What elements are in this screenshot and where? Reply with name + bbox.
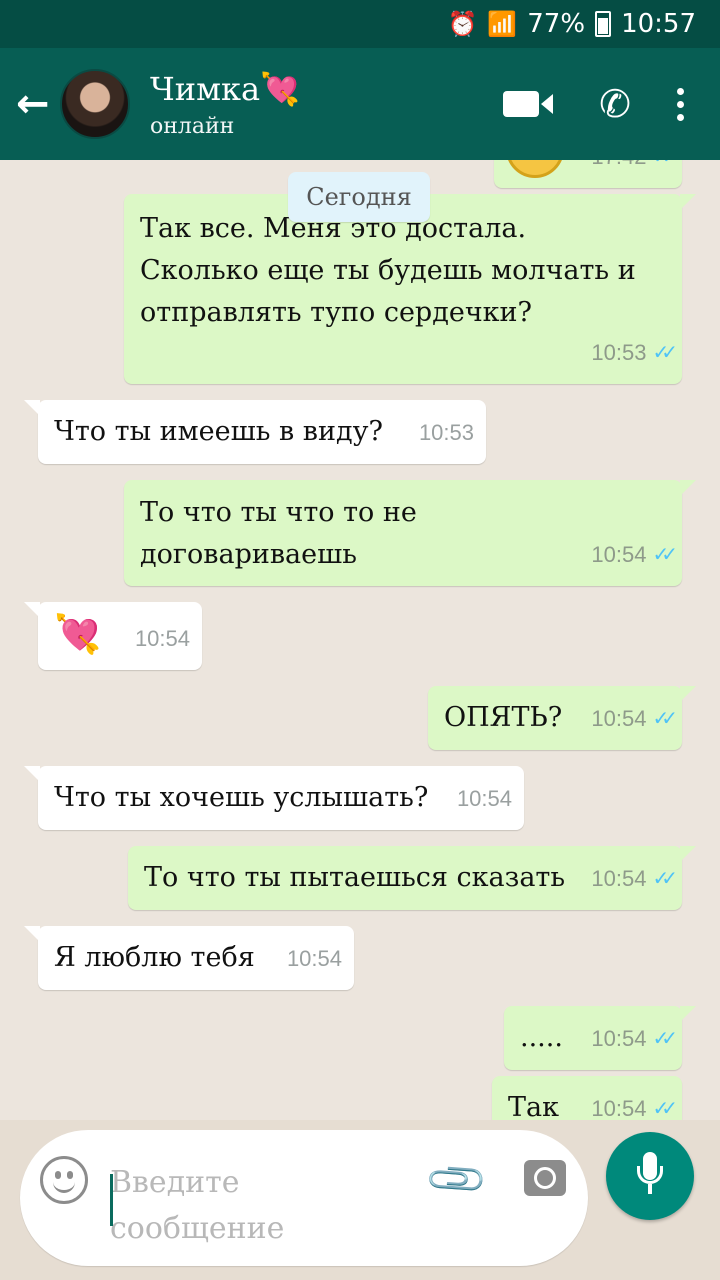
message-text: То что ты пытаешься сказать [144,862,566,893]
status-bar: ⏰ 📶 77% 10:57 [0,0,720,48]
message-time: 10:54 [456,786,512,811]
message-bubble[interactable]: То что ты пытаешься сказать 10:54 ✓✓ [128,846,696,910]
alarm-icon: ⏰ [447,10,478,38]
date-separator: Сегодня [288,172,430,222]
chat-header: ← Чимка💘 онлайн ✆ [0,48,720,160]
read-ticks-icon: ✓✓ [652,868,677,890]
message-time: 10:54 [591,1026,647,1051]
message-time: 10:54 [591,542,647,567]
message-time: 10:54 [591,866,647,891]
message-text: Что ты имеешь в виду? [54,416,383,447]
message-time: 10:54 [286,946,342,971]
read-ticks-icon: ✓✓ [652,1028,677,1050]
message-text: То что ты что то не договариваешь [140,497,417,570]
text-cursor [110,1174,113,1226]
message-time: 10:54 [591,706,647,731]
message-bubble[interactable]: Я люблю тебя 10:54 [24,926,354,990]
wifi-icon: 📶 [487,10,518,38]
message-bubble[interactable]: Что ты имеешь в виду? 10:53 [24,400,486,464]
read-ticks-icon: ✓✓ [652,544,677,566]
paperclip-icon[interactable]: 📎 [423,1145,491,1214]
message-text: Что ты хочешь услышать? [54,782,429,813]
message-bubble[interactable]: Так 10:54 ✓✓ [492,1076,682,1120]
read-ticks-icon: ✓✓ [652,342,677,364]
message-composer[interactable]: Введите сообщение 📎 [20,1130,588,1266]
message-time: 10:53 [591,340,647,365]
read-ticks-icon: ✓✓ [652,160,677,178]
message-time: 10:53 [418,420,474,445]
read-ticks-icon: ✓✓ [652,708,677,730]
message-time: 10:54 [591,1096,647,1120]
message-partial[interactable]: 17:42 ✓✓ [494,160,682,188]
message-input[interactable]: Введите сообщение [110,1160,370,1252]
emoji-face-icon [506,160,564,178]
emoji-icon[interactable] [40,1156,88,1204]
phone-icon[interactable]: ✆ [599,82,631,126]
message-bubble[interactable]: ОПЯТЬ? 10:54 ✓✓ [428,686,696,750]
message-bubble[interactable]: ..... 10:54 ✓✓ [504,1006,696,1070]
contact-name: Чимка💘 [150,69,300,108]
read-ticks-icon: ✓✓ [652,1098,677,1120]
battery-percent: 77% [527,9,586,39]
message-text: Так все. Меня это достала. Сколько еще т… [140,213,636,328]
message-bubble[interactable]: Так все. Меня это достала. Сколько еще т… [124,194,696,384]
contact-info[interactable]: Чимка💘 онлайн [150,70,503,139]
more-menu-icon[interactable] [677,87,684,121]
video-call-icon[interactable] [503,91,554,117]
message-bubble[interactable]: Что ты хочешь услышать? 10:54 [24,766,524,830]
camera-icon[interactable] [524,1160,566,1196]
message-bubble[interactable]: 💘 10:54 [24,602,202,670]
back-arrow-icon[interactable]: ← [0,81,60,127]
clock: 10:57 [621,9,696,39]
microphone-button[interactable] [606,1132,694,1220]
input-bar: Введите сообщение 📎 [0,1120,720,1280]
battery-icon [595,11,612,37]
avatar[interactable] [60,69,130,139]
message-time: 17:42 [591,160,646,178]
contact-status: онлайн [150,113,235,139]
message-time: 10:54 [134,626,190,651]
message-bubble[interactable]: То что ты что то не договариваешь 10:54 ✓… [124,480,696,586]
chat-area[interactable]: 17:42 ✓✓ Сегодня Так все. Меня это достал… [0,160,720,1120]
